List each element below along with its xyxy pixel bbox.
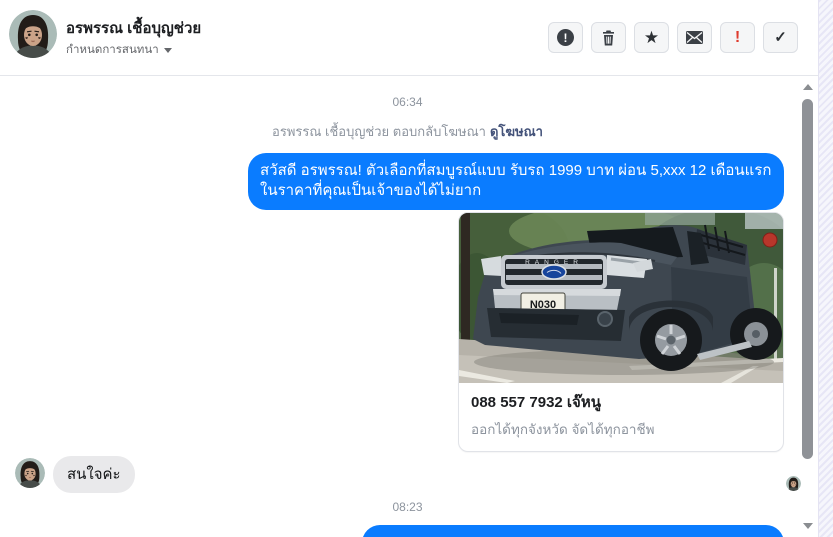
chat-scrollbar xyxy=(798,78,817,537)
contact-name: อรพรรณ เชื้อบุญช่วย xyxy=(66,20,202,37)
star-icon: ★ xyxy=(643,28,660,47)
truck-photo: RANGER N030 xyxy=(459,213,783,383)
view-ad-link[interactable]: ดูโฆษณา xyxy=(490,124,543,139)
messenger-inbox-window: อรพรรณ เชื้อบุญช่วย กำหนดการสนทนา ! ★ ! … xyxy=(0,0,833,537)
avatar-image xyxy=(9,10,57,58)
outgoing-message-bubble-partial xyxy=(362,525,784,537)
check-icon: ✓ xyxy=(774,29,787,46)
conversation-toolbar: ! ★ ! ✓ xyxy=(548,22,798,53)
mark-important-button[interactable]: ! xyxy=(720,22,755,53)
conversation-header: อรพรรณ เชื้อบุญช่วย กำหนดการสนทนา ! ★ ! … xyxy=(0,0,818,76)
system-message-line: อรพรรณ เชื้อบุญช่วย ตอบกลับโฆษณา ดูโฆษณา xyxy=(0,121,815,142)
page-scrollbar-strip xyxy=(818,0,833,537)
trash-icon xyxy=(603,30,614,45)
mark-unread-button[interactable] xyxy=(677,22,712,53)
timestamp-later: 08:23 xyxy=(392,500,423,514)
chevron-down-icon xyxy=(163,47,172,53)
system-message-text: อรพรรณ เชื้อบุญช่วย ตอบกลับโฆษณา xyxy=(272,124,486,139)
incoming-message-bubble: สนใจค่ะ xyxy=(53,456,135,493)
scrollbar-thumb[interactable] xyxy=(802,99,813,459)
ad-attachment-card[interactable]: RANGER N030 088 557 7932 เจ๊หนู ออกได้ทุ… xyxy=(458,212,784,452)
contact-avatar xyxy=(9,10,57,58)
schedule-conversation-dropdown[interactable]: กำหนดการสนทนา xyxy=(66,41,172,59)
scroll-up-arrow[interactable] xyxy=(803,84,813,90)
mark-done-button[interactable]: ✓ xyxy=(763,22,798,53)
star-button[interactable]: ★ xyxy=(634,22,669,53)
avatar-image-small xyxy=(15,458,45,488)
outgoing-message-bubble: สวัสดี อรพรรณ! ตัวเลือกที่สมบูรณ์แบบ รับ… xyxy=(248,153,784,210)
delete-button[interactable] xyxy=(591,22,626,53)
red-exclamation-icon: ! xyxy=(734,28,741,46)
timestamp-morning: 06:34 xyxy=(392,95,423,109)
ad-card-body: 088 557 7932 เจ๊หนู ออกได้ทุกจังหวัด จัด… xyxy=(459,383,783,451)
exclamation-circle-icon: ! xyxy=(557,29,574,46)
envelope-icon xyxy=(686,31,703,44)
schedule-conversation-label: กำหนดการสนทนา xyxy=(66,44,159,56)
ad-card-title: 088 557 7932 เจ๊หนู xyxy=(471,394,601,411)
ad-card-subtitle: ออกได้ทุกจังหวัด จัดได้ทุกอาชีพ xyxy=(471,422,655,437)
scroll-down-arrow[interactable] xyxy=(803,523,813,529)
report-button[interactable]: ! xyxy=(548,22,583,53)
reply-avatar xyxy=(15,458,45,488)
